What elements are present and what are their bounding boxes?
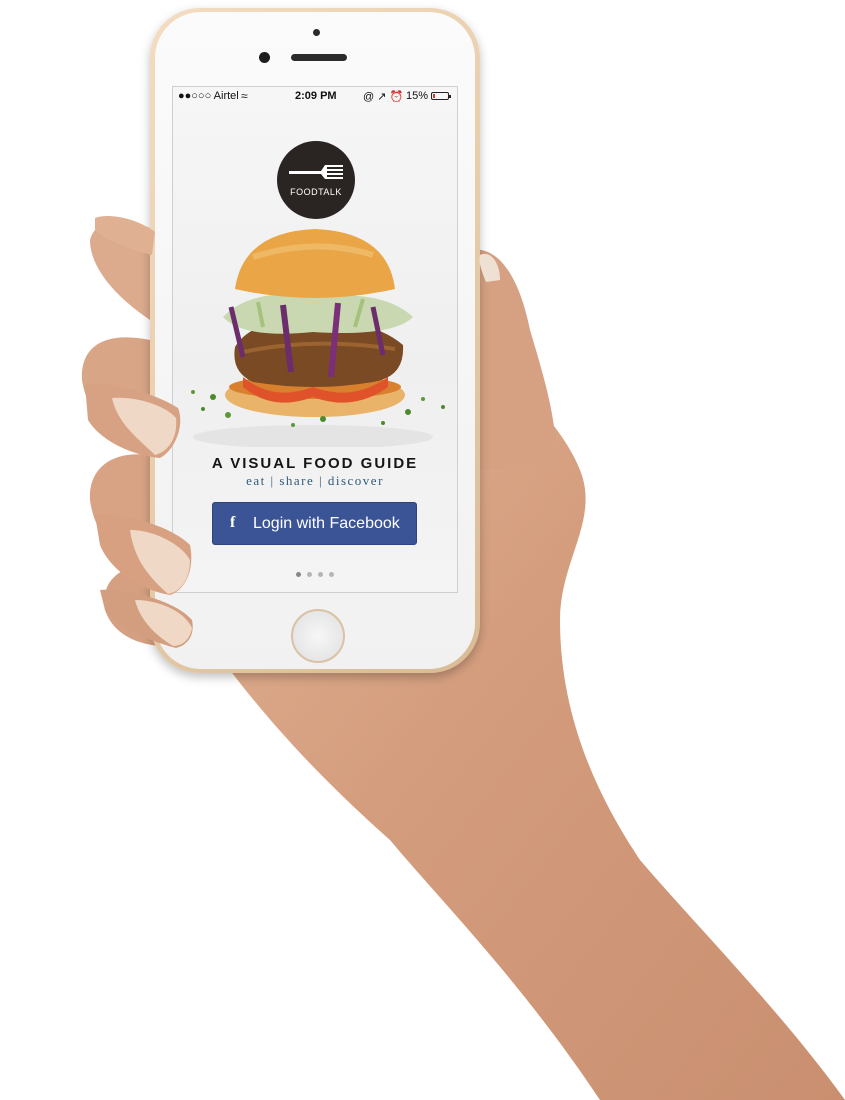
front-camera xyxy=(259,52,270,63)
app-subheadline: eat | share | discover xyxy=(246,473,384,488)
page-indicator xyxy=(173,564,457,582)
burger-photo xyxy=(191,229,445,447)
page-dot[interactable] xyxy=(329,572,334,577)
foodtalk-logo: FOODTALK xyxy=(277,141,355,219)
app-screen: ●●○○○ Airtel ≈ 2:09 PM @ ↗ ⏰ 15% FOODTAL… xyxy=(172,86,458,593)
page-dot[interactable] xyxy=(307,572,312,577)
app-headline: A VISUAL FOOD GUIDE xyxy=(211,455,419,472)
logo-wordmark: FOODTALK xyxy=(290,187,342,197)
login-facebook-button[interactable]: f Login with Facebook xyxy=(212,502,417,545)
earpiece-speaker xyxy=(291,54,347,61)
battery-percent: 15% xyxy=(406,90,429,102)
proximity-sensor xyxy=(313,29,320,36)
login-button-label: Login with Facebook xyxy=(253,515,400,532)
facebook-icon: f xyxy=(230,514,236,531)
status-time: 2:09 PM xyxy=(295,90,337,102)
battery-icon xyxy=(431,92,451,100)
page-dot[interactable] xyxy=(296,572,301,577)
home-button[interactable] xyxy=(291,609,345,663)
status-icons: @ ↗ ⏰ xyxy=(363,91,404,103)
page-dot[interactable] xyxy=(318,572,323,577)
wifi-icon: ≈ xyxy=(241,89,248,103)
status-bar: ●●○○○ Airtel ≈ 2:09 PM @ ↗ ⏰ 15% xyxy=(173,87,457,107)
carrier-signal: ●●○○○ Airtel xyxy=(178,90,239,102)
fork-icon xyxy=(289,165,343,179)
